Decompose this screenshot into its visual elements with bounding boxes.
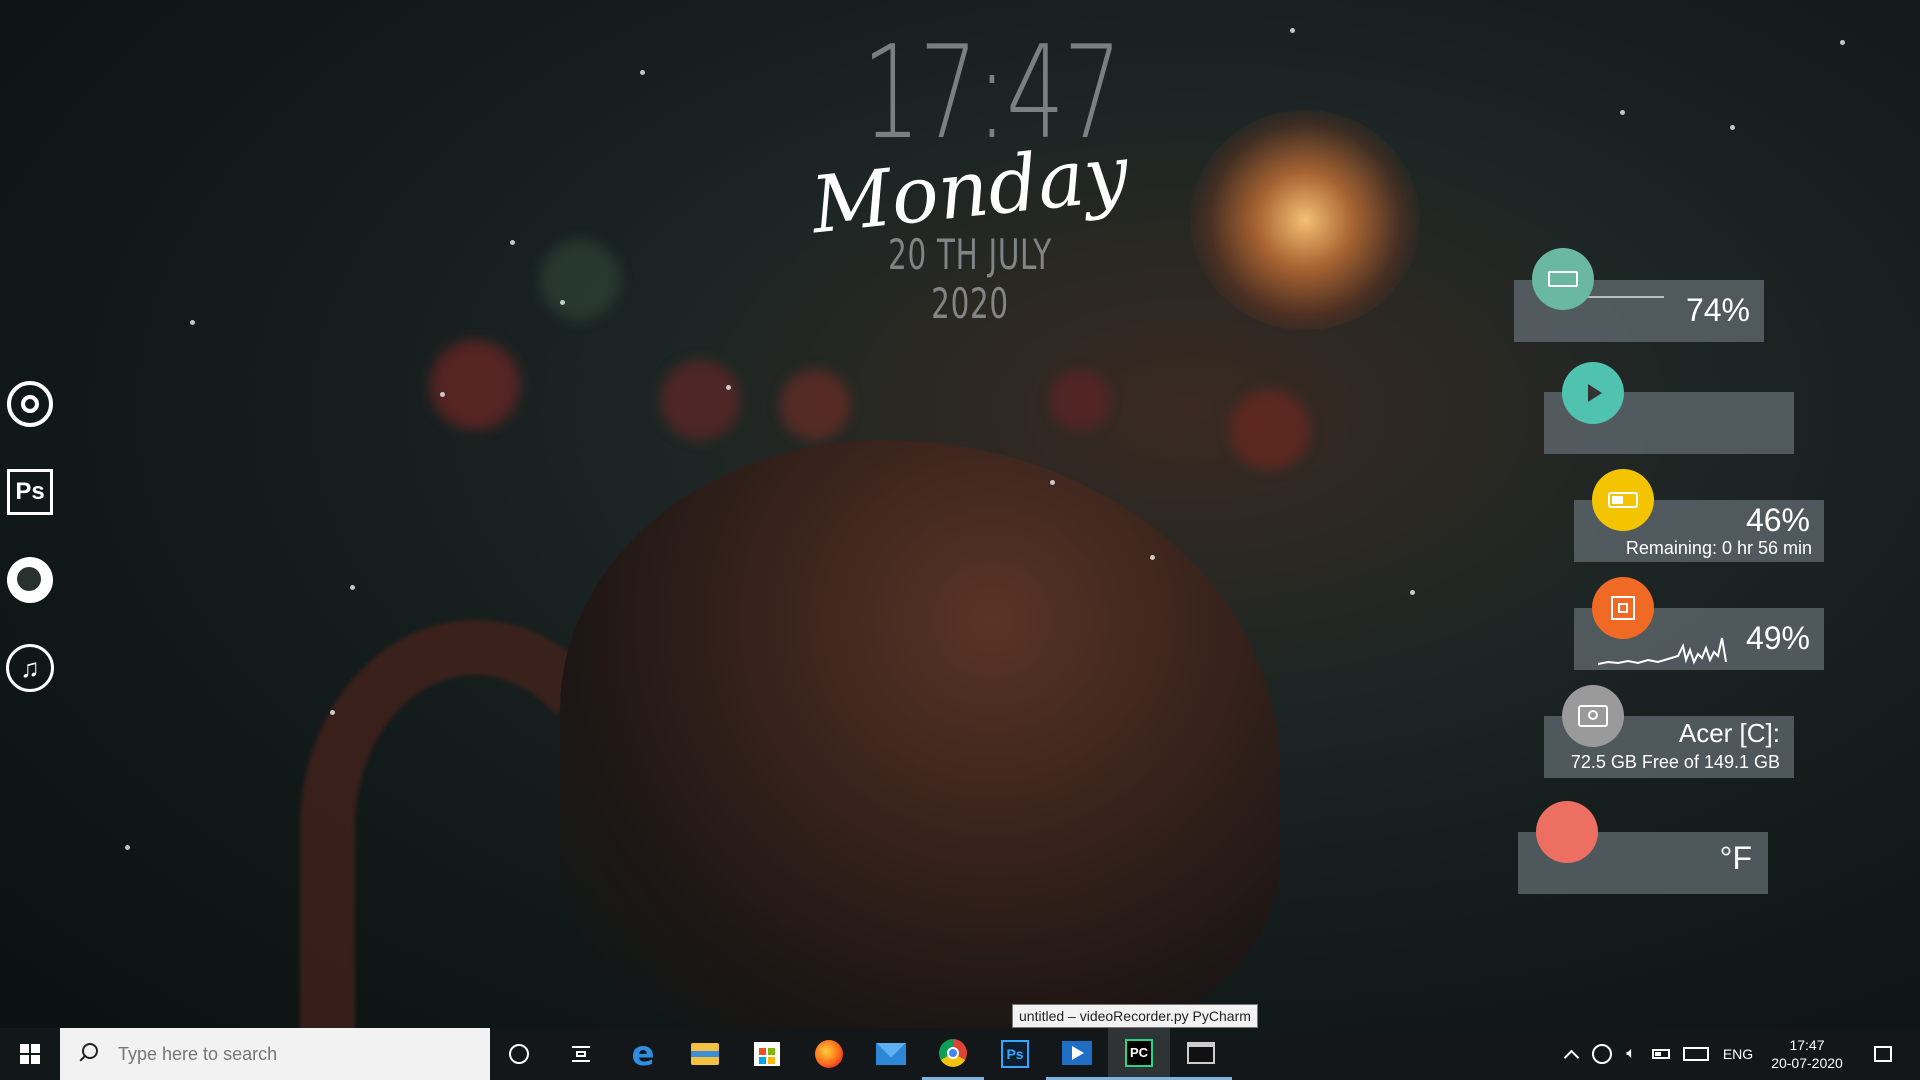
photoshop-icon: Ps (7, 469, 53, 515)
video-player-icon (1062, 1040, 1092, 1065)
chrome-icon (939, 1038, 967, 1067)
firefox-icon (815, 1040, 843, 1068)
edge-icon: e (631, 1034, 655, 1074)
firefox-icon (7, 557, 53, 603)
task-view-button[interactable] (550, 1028, 612, 1080)
play-icon[interactable] (1562, 362, 1624, 424)
windows-logo-icon (20, 1044, 40, 1064)
ram-value: 74% (1685, 292, 1750, 328)
ram-icon (1532, 248, 1594, 310)
taskbar-mail[interactable] (860, 1028, 922, 1080)
taskbar-video-player[interactable] (1046, 1028, 1108, 1080)
start-button[interactable] (0, 1028, 60, 1080)
taskbar-terminal[interactable] (1170, 1028, 1232, 1080)
language-button[interactable]: ENG (1716, 1028, 1760, 1080)
music-note-icon: ♫ (6, 644, 54, 692)
cpu-icon (1592, 577, 1654, 639)
battery-tray-button[interactable] (1646, 1028, 1676, 1080)
disk-title: Acer [C]: (1678, 718, 1780, 748)
battery-remaining: Remaining: 0 hr 56 min (1625, 538, 1812, 558)
show-hidden-icons[interactable] (1556, 1028, 1586, 1080)
dock-photoshop[interactable]: Ps (6, 468, 54, 516)
taskbar-edge[interactable]: e (612, 1028, 674, 1080)
taskbar-firefox[interactable] (798, 1028, 860, 1080)
taskbar-search[interactable] (60, 1028, 490, 1080)
language-label: ENG (1722, 1046, 1754, 1062)
globe-icon (1592, 1044, 1612, 1064)
hard-drive-icon (1562, 685, 1624, 747)
keyboard-button[interactable] (1678, 1028, 1714, 1080)
tray-date: 20-07-2020 (1771, 1055, 1843, 1071)
cortana-button[interactable] (488, 1028, 550, 1080)
left-dock: Ps ♫ (6, 380, 56, 732)
store-icon (754, 1042, 780, 1066)
battery-value: 46% (1745, 502, 1810, 538)
clock-widget: 17:47 Monday 20 TH JULY 2020 (807, 30, 1132, 329)
clock-date: 20 TH JULY 2020 (888, 230, 1052, 328)
action-center-button[interactable] (1860, 1028, 1906, 1080)
search-input[interactable] (116, 1042, 450, 1066)
dock-music[interactable]: ♫ (6, 644, 54, 692)
chrome-icon (7, 381, 53, 427)
notification-icon (1874, 1046, 1892, 1062)
speaker-icon: 🔈︎ (1626, 1045, 1636, 1062)
tray-time: 17:47 (1789, 1037, 1825, 1053)
task-view-icon (572, 1046, 590, 1062)
volume-button[interactable]: 🔈︎ (1617, 1028, 1645, 1080)
dock-firefox[interactable] (6, 556, 54, 604)
battery-tray-icon (1652, 1049, 1670, 1059)
search-icon (78, 1043, 100, 1065)
taskbar-tooltip: untitled – videoRecorder.py PyCharm (1012, 1004, 1258, 1028)
taskbar-photoshop[interactable]: Ps (984, 1028, 1046, 1080)
folder-icon (691, 1043, 719, 1065)
cortana-icon (509, 1044, 529, 1064)
keyboard-icon (1683, 1047, 1709, 1061)
photoshop-icon: Ps (1001, 1040, 1029, 1068)
dock-chrome[interactable] (6, 380, 54, 428)
pycharm-icon: PC (1125, 1038, 1153, 1067)
taskbar-chrome[interactable] (922, 1028, 984, 1080)
taskbar-store[interactable] (736, 1028, 798, 1080)
mail-icon (876, 1043, 906, 1065)
weather-unit: °F (1719, 840, 1752, 876)
taskbar: e Ps PC (0, 1028, 1920, 1080)
taskbar-pycharm[interactable]: PC (1108, 1028, 1170, 1080)
terminal-icon (1187, 1041, 1215, 1064)
disk-detail: 72.5 GB Free of 149.1 GB (1570, 752, 1780, 772)
weather-icon (1536, 801, 1598, 863)
clock-button[interactable]: 17:47 20-07-2020 (1762, 1028, 1852, 1080)
battery-icon (1592, 469, 1654, 531)
taskbar-file-explorer[interactable] (674, 1028, 736, 1080)
network-button[interactable] (1588, 1028, 1616, 1080)
cpu-value: 49% (1745, 620, 1810, 656)
chevron-up-icon (1563, 1049, 1579, 1065)
